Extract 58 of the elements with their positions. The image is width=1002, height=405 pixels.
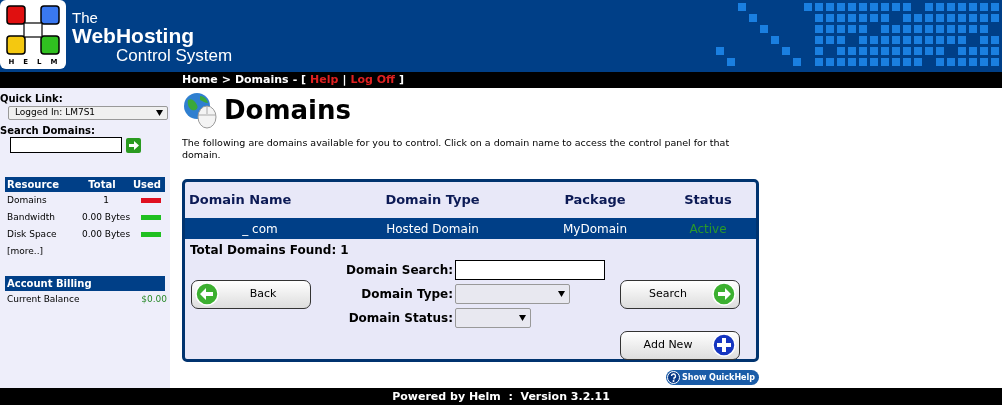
column-header: Domain Name [188,191,293,210]
page-title: Domains [224,97,351,123]
dropdown-caret-icon [519,315,526,321]
resource-total: 0.00 Bytes [80,210,132,224]
resource-total: 1 [102,193,110,207]
footer-text: Powered by Helm : Version 3.2.11 [0,388,1002,405]
header-title: The [72,10,99,25]
more-link[interactable]: [more..] [5,243,165,260]
header-title: Control System [116,47,233,64]
dropdown-caret-icon [156,110,163,116]
header-title: WebHosting [72,25,196,46]
resource-name: Domains [7,193,48,207]
breadcrumb-separator: - [ [292,71,307,88]
add-new-button[interactable]: Add New [620,330,740,360]
filter-select[interactable] [455,308,531,328]
table-cell-text: Hosted Domain [385,220,480,238]
breadcrumb-separator: ] [398,71,404,88]
filter-label: Domain Search: [345,262,454,279]
breadcrumb-separator: | [342,71,347,88]
filter-label: Domain Type: [360,286,454,303]
quickhelp-button[interactable]: Show QuickHelp [665,370,759,385]
domain-search-field[interactable] [455,260,605,280]
breadcrumb-link[interactable]: Domains [234,71,289,89]
breadcrumb-link[interactable]: Log Off [350,71,395,89]
resource-total: 0.00 Bytes [80,227,132,241]
billing-header: Account Billing [5,276,165,291]
filter-label: Domain Status: [347,310,454,327]
column-header: Status [683,191,733,210]
column-header: Resource [7,178,61,192]
column-header: Total [87,178,117,192]
dropdown-caret-icon [558,291,565,297]
column-header: Used [132,178,162,192]
go-arrow-icon[interactable] [126,137,141,153]
page-description: The following are domains available for you to control. Click on a domain name to access the control panel for that domain. [182,137,731,161]
help-icon [666,371,680,384]
plus-icon [712,333,736,357]
quick-link-select[interactable]: Logged In: LM7S1 [8,106,168,120]
breadcrumb-separator: > [221,71,231,88]
search-field[interactable] [10,137,122,153]
breadcrumb-link[interactable]: Home [182,71,218,89]
total-count: Total Domains Found: 1 [189,242,350,259]
table-row[interactable]: _ com Hosted Domain MyDomain Active [185,218,756,239]
column-header: Package [563,191,627,210]
billing-label: Current Balance [7,292,81,306]
quick-link-label: Quick Link: [0,92,64,105]
resource-name: Bandwidth [7,210,56,224]
back-button[interactable]: Back [191,279,311,309]
table-cell-text: MyDomain [562,220,628,238]
search-domains-label: Search Domains: [0,124,97,137]
logo-drawing [5,4,61,56]
globe-mouse-icon [182,91,220,129]
resource-name: Disk Space [7,227,58,241]
billing-value: $0.00 [140,292,167,306]
domain-link[interactable]: _ com [185,219,335,238]
status-text: Active [688,220,728,238]
breadcrumb-link[interactable]: Help [310,71,339,89]
column-header: Domain Type [384,191,481,210]
search-button[interactable]: Search [620,279,740,309]
